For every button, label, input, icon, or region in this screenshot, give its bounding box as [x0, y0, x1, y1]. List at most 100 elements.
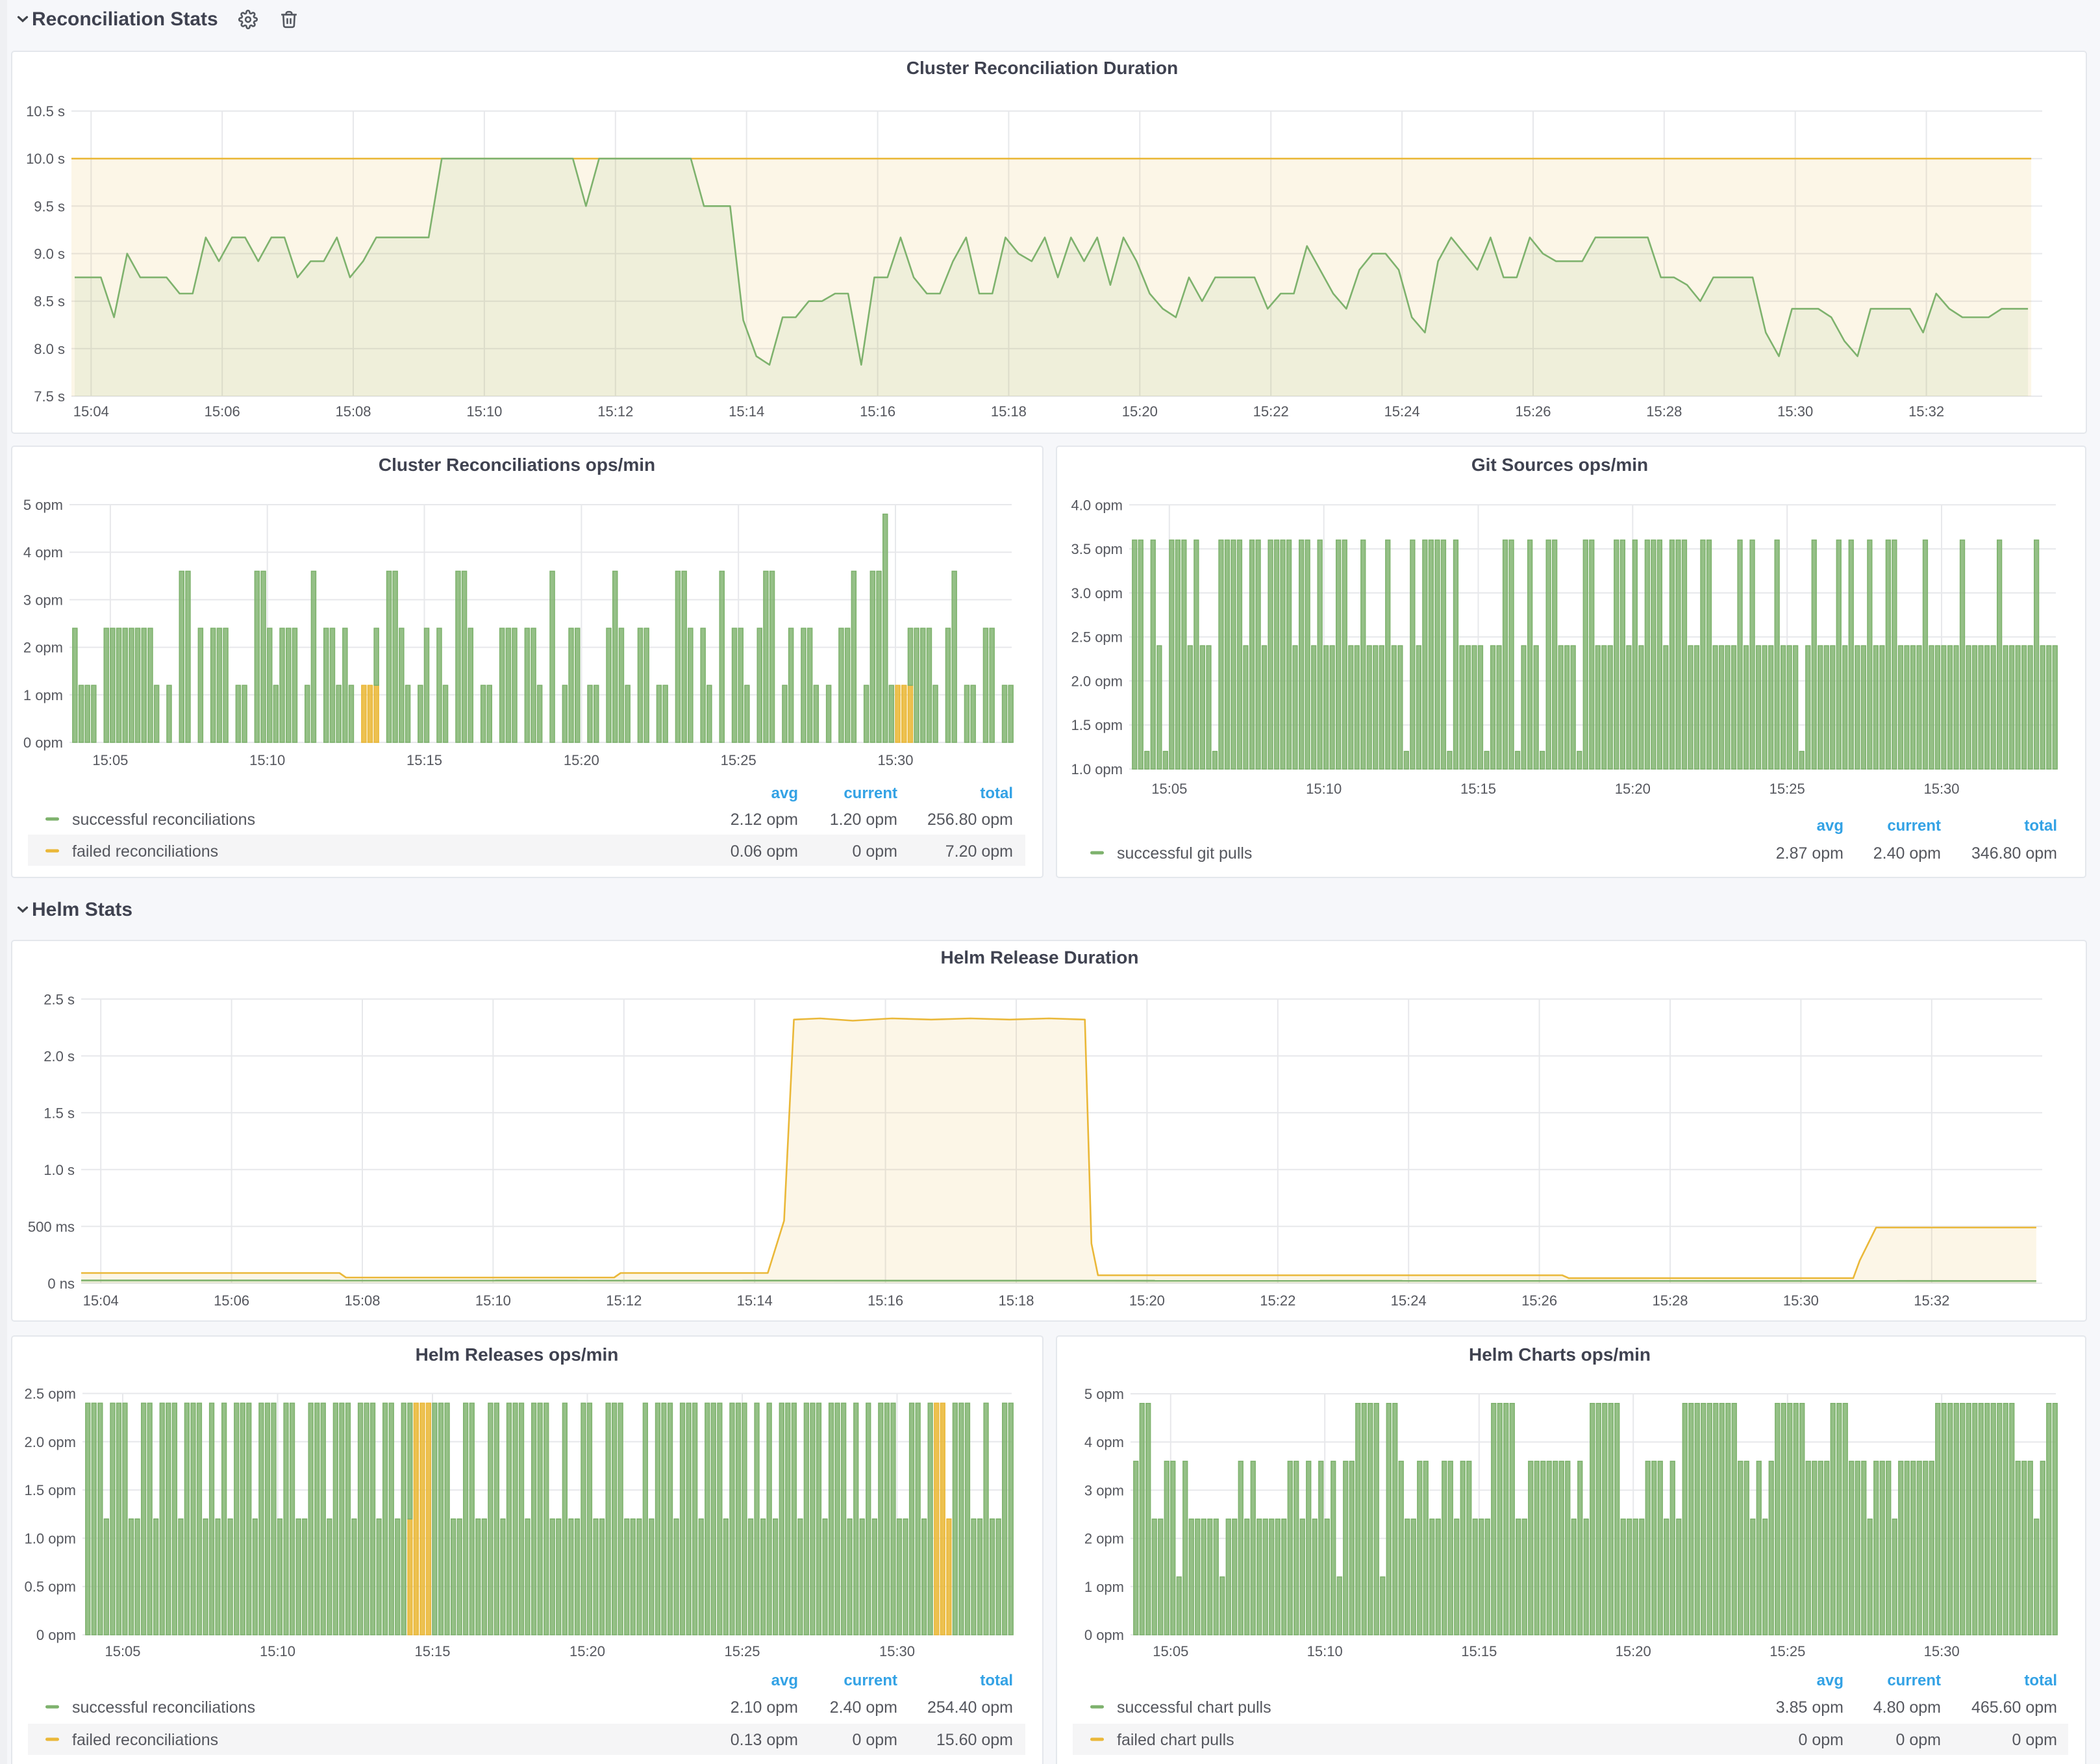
- svg-text:465.60 opm: 465.60 opm: [1971, 1698, 2057, 1717]
- svg-text:1.5 opm: 1.5 opm: [25, 1482, 77, 1498]
- svg-text:9.0 s: 9.0 s: [34, 246, 65, 262]
- svg-text:0.5 opm: 0.5 opm: [25, 1579, 77, 1595]
- svg-text:Git Sources ops/min: Git Sources ops/min: [1471, 455, 1648, 475]
- svg-text:avg: avg: [771, 785, 798, 802]
- svg-text:Cluster Reconciliation Duratio: Cluster Reconciliation Duration: [906, 58, 1179, 78]
- svg-text:successful chart pulls: successful chart pulls: [1117, 1698, 1271, 1717]
- svg-text:failed reconciliations: failed reconciliations: [72, 842, 218, 861]
- svg-text:15:05: 15:05: [1151, 781, 1187, 797]
- svg-text:15:06: 15:06: [205, 403, 240, 420]
- svg-text:5 opm: 5 opm: [1084, 1386, 1124, 1402]
- svg-text:1.5 s: 1.5 s: [44, 1105, 75, 1121]
- svg-text:2.40 opm: 2.40 opm: [1873, 844, 1941, 863]
- svg-text:2.87 opm: 2.87 opm: [1776, 844, 1844, 863]
- svg-text:15:10: 15:10: [249, 752, 285, 768]
- svg-text:3.5 opm: 3.5 opm: [1071, 541, 1123, 557]
- svg-text:15:30: 15:30: [877, 752, 913, 768]
- svg-text:total: total: [2024, 817, 2057, 835]
- svg-text:15:16: 15:16: [868, 1292, 903, 1309]
- svg-text:4.0 opm: 4.0 opm: [1071, 497, 1123, 513]
- svg-text:1.0 opm: 1.0 opm: [1071, 761, 1123, 777]
- svg-text:0 opm: 0 opm: [853, 1731, 897, 1749]
- svg-text:15:20: 15:20: [1122, 403, 1158, 420]
- svg-text:15:20: 15:20: [1616, 1643, 1651, 1659]
- svg-text:15:32: 15:32: [1908, 403, 1944, 420]
- svg-text:15:15: 15:15: [1461, 1643, 1497, 1659]
- svg-text:15:25: 15:25: [1769, 781, 1805, 797]
- svg-text:0 opm: 0 opm: [1896, 1731, 1941, 1749]
- svg-text:7.5 s: 7.5 s: [34, 388, 65, 405]
- svg-text:15:28: 15:28: [1646, 403, 1682, 420]
- svg-text:3 opm: 3 opm: [1084, 1482, 1124, 1498]
- svg-text:15:24: 15:24: [1384, 403, 1420, 420]
- svg-text:8.5 s: 8.5 s: [34, 294, 65, 310]
- svg-text:15:30: 15:30: [1777, 403, 1813, 420]
- svg-text:7.20 opm: 7.20 opm: [945, 842, 1013, 861]
- svg-text:0 opm: 0 opm: [2012, 1731, 2057, 1749]
- svg-text:2.40 opm: 2.40 opm: [830, 1698, 897, 1717]
- svg-text:current: current: [844, 1672, 897, 1689]
- svg-text:total: total: [2024, 1672, 2057, 1689]
- svg-text:failed reconciliations: failed reconciliations: [72, 1731, 218, 1749]
- svg-text:15:20: 15:20: [569, 1643, 605, 1659]
- svg-text:1 opm: 1 opm: [23, 687, 63, 703]
- svg-text:1.0 opm: 1.0 opm: [25, 1530, 77, 1546]
- svg-text:total: total: [980, 785, 1013, 802]
- svg-text:15:22: 15:22: [1253, 403, 1289, 420]
- svg-text:2.5 opm: 2.5 opm: [25, 1386, 77, 1402]
- svg-text:15:30: 15:30: [1783, 1292, 1819, 1309]
- svg-text:Helm Release Duration: Helm Release Duration: [941, 948, 1139, 968]
- svg-text:15:14: 15:14: [729, 403, 764, 420]
- svg-text:15:26: 15:26: [1521, 1292, 1557, 1309]
- svg-text:15:22: 15:22: [1260, 1292, 1295, 1309]
- svg-text:total: total: [980, 1672, 1013, 1689]
- svg-text:15:20: 15:20: [1615, 781, 1651, 797]
- svg-text:256.80 opm: 256.80 opm: [927, 811, 1013, 829]
- svg-text:15:10: 15:10: [260, 1643, 295, 1659]
- svg-text:current: current: [844, 785, 897, 802]
- svg-text:346.80 opm: 346.80 opm: [1971, 844, 2057, 863]
- svg-text:15:30: 15:30: [1923, 781, 1959, 797]
- svg-text:10.0 s: 10.0 s: [26, 151, 65, 167]
- svg-text:15:26: 15:26: [1515, 403, 1551, 420]
- svg-text:Cluster Reconciliations ops/mi: Cluster Reconciliations ops/min: [379, 455, 655, 475]
- svg-text:15:12: 15:12: [597, 403, 633, 420]
- svg-text:avg: avg: [771, 1672, 798, 1689]
- svg-text:failed chart pulls: failed chart pulls: [1117, 1731, 1234, 1749]
- svg-text:15:06: 15:06: [214, 1292, 249, 1309]
- svg-text:2.0 s: 2.0 s: [44, 1048, 75, 1065]
- svg-text:Helm Charts ops/min: Helm Charts ops/min: [1469, 1344, 1651, 1365]
- svg-text:avg: avg: [1817, 817, 1844, 835]
- svg-text:500 ms: 500 ms: [28, 1218, 75, 1235]
- svg-text:15:15: 15:15: [414, 1643, 450, 1659]
- svg-text:2.10 opm: 2.10 opm: [731, 1698, 798, 1717]
- svg-text:15:25: 15:25: [1769, 1643, 1805, 1659]
- svg-text:successful git pulls: successful git pulls: [1117, 844, 1252, 863]
- svg-text:15:30: 15:30: [1924, 1643, 1960, 1659]
- svg-text:15:05: 15:05: [92, 752, 128, 768]
- svg-text:1 opm: 1 opm: [1084, 1579, 1124, 1595]
- svg-text:2.5 s: 2.5 s: [44, 991, 75, 1007]
- svg-text:10.5 s: 10.5 s: [26, 103, 65, 120]
- svg-text:3.0 opm: 3.0 opm: [1071, 585, 1123, 601]
- svg-text:15:18: 15:18: [998, 1292, 1034, 1309]
- svg-text:15:10: 15:10: [1306, 781, 1342, 797]
- svg-text:0.13 opm: 0.13 opm: [731, 1731, 798, 1749]
- svg-text:15:15: 15:15: [406, 752, 442, 768]
- svg-text:15:15: 15:15: [1460, 781, 1496, 797]
- svg-text:4.80 opm: 4.80 opm: [1873, 1698, 1941, 1717]
- svg-text:2 opm: 2 opm: [23, 640, 63, 656]
- svg-text:15:10: 15:10: [1307, 1643, 1343, 1659]
- svg-text:15:04: 15:04: [83, 1292, 119, 1309]
- svg-text:4 opm: 4 opm: [1084, 1434, 1124, 1450]
- svg-text:0 opm: 0 opm: [853, 842, 897, 861]
- svg-text:15:05: 15:05: [105, 1643, 140, 1659]
- svg-text:3.85 opm: 3.85 opm: [1776, 1698, 1844, 1717]
- svg-text:15:24: 15:24: [1391, 1292, 1427, 1309]
- svg-text:15:20: 15:20: [564, 752, 599, 768]
- svg-text:15:18: 15:18: [991, 403, 1027, 420]
- svg-text:Helm Releases ops/min: Helm Releases ops/min: [416, 1344, 619, 1365]
- svg-text:avg: avg: [1817, 1672, 1844, 1689]
- svg-text:5 opm: 5 opm: [23, 497, 63, 513]
- svg-text:15:30: 15:30: [879, 1643, 915, 1659]
